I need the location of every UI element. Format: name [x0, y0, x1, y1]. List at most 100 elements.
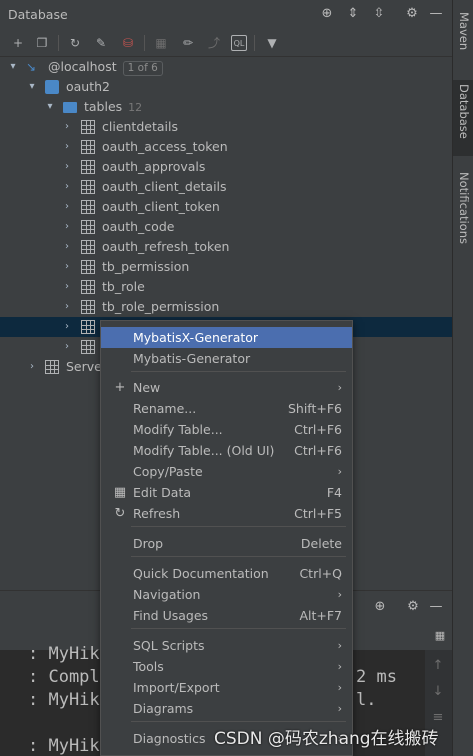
chevron-right-icon[interactable]: ›	[61, 257, 73, 277]
table-label: oauth_refresh_token	[102, 239, 230, 254]
datasource-icon[interactable]: ⛁	[120, 35, 136, 51]
plus-icon: +	[114, 380, 126, 395]
chevron-right-icon[interactable]: ›	[61, 217, 73, 237]
right-tool-stripe: Maven Database Notifications	[452, 0, 473, 756]
menu-separator	[131, 526, 346, 527]
table-grid-icon[interactable]: ▦	[153, 35, 169, 51]
tab-database[interactable]: Database	[453, 80, 473, 156]
expand-all-icon[interactable]: ⇕	[345, 6, 361, 22]
chevron-right-icon[interactable]: ›	[61, 117, 73, 137]
chevron-right-icon[interactable]: ›	[26, 357, 38, 377]
tree-node-table[interactable]: › oauth_refresh_token	[0, 237, 452, 257]
menu-item-modify-table[interactable]: Modify Table... Ctrl+F6	[101, 419, 352, 440]
panel-title: Database	[8, 7, 68, 22]
menu-item-find-usages[interactable]: Find Usages Alt+F7	[101, 605, 352, 626]
submenu-arrow-icon: ›	[337, 702, 342, 715]
menu-item-shortcut: Ctrl+Q	[299, 566, 342, 581]
up-arrow-icon[interactable]: ↑	[430, 658, 446, 674]
chevron-right-icon[interactable]: ›	[61, 337, 73, 357]
chevron-right-icon[interactable]: ›	[61, 297, 73, 317]
jump-icon[interactable]: ⤴	[206, 35, 222, 51]
chevron-right-icon[interactable]: ›	[61, 137, 73, 157]
menu-item-modify-table-old-ui[interactable]: Modify Table... (Old UI) Ctrl+F6	[101, 440, 352, 461]
tab-maven[interactable]: Maven	[453, 8, 473, 68]
table-icon	[81, 280, 95, 294]
chevron-right-icon[interactable]: ›	[61, 277, 73, 297]
menu-item-edit-data[interactable]: ▦ Edit Data F4	[101, 482, 352, 503]
database-toolbar: + ❐ ↻ ✎ ⛁ ▦ ✏ ⤴ QL ▼	[0, 31, 452, 55]
menu-item-mybatis-generator[interactable]: Mybatis-Generator	[101, 348, 352, 369]
chevron-right-icon[interactable]: ›	[61, 197, 73, 217]
tree-node-tables-folder[interactable]: ▾ tables 12	[0, 97, 452, 117]
menu-item-refresh[interactable]: ↻ Refresh Ctrl+F5	[101, 503, 352, 524]
submenu-arrow-icon: ›	[337, 639, 342, 652]
edit-icon[interactable]: ✏	[180, 35, 196, 51]
menu-item-copy-paste[interactable]: Copy/Paste ›	[101, 461, 352, 482]
menu-item-sql-scripts[interactable]: SQL Scripts ›	[101, 635, 352, 656]
menu-item-navigation[interactable]: Navigation ›	[101, 584, 352, 605]
crosshair-icon[interactable]: ⊕	[319, 6, 335, 22]
console-line-fragment: 2 ms	[356, 667, 397, 687]
chevron-down-icon[interactable]: ▾	[7, 57, 19, 77]
table-icon	[81, 120, 95, 134]
crosshair-icon[interactable]: ⊕	[372, 599, 388, 615]
properties-icon[interactable]: ✎	[93, 35, 109, 51]
chevron-down-icon[interactable]: ▾	[44, 97, 56, 117]
menu-separator	[131, 721, 346, 722]
table-icon	[81, 340, 95, 354]
menu-item-mybatisx-generator[interactable]: MybatisX-Generator	[101, 327, 352, 348]
console-line-fragment: l.	[356, 690, 377, 710]
menu-item-import-export[interactable]: Import/Export ›	[101, 677, 352, 698]
tree-node-table[interactable]: › oauth_client_token	[0, 197, 452, 217]
menu-separator	[131, 556, 346, 557]
filter-icon[interactable]: ▼	[264, 35, 280, 51]
minimize-icon[interactable]: —	[428, 599, 444, 615]
tree-node-table[interactable]: › tb_role_permission	[0, 297, 452, 317]
menu-item-new[interactable]: + New ›	[101, 377, 352, 398]
chevron-right-icon[interactable]: ›	[61, 317, 73, 337]
table-icon	[81, 140, 95, 154]
tree-node-table[interactable]: › oauth_approvals	[0, 157, 452, 177]
menu-item-shortcut: Ctrl+F5	[294, 506, 342, 521]
tables-folder-label: tables	[84, 99, 123, 114]
gear-icon[interactable]: ⚙	[404, 6, 420, 22]
tree-node-datasource[interactable]: ▾ ↘ @localhost 1 of 6	[0, 57, 452, 77]
layout-icon[interactable]: ▦	[432, 628, 448, 644]
table-icon	[81, 220, 95, 234]
menu-item-drop[interactable]: Drop Delete	[101, 533, 352, 554]
refresh-icon: ↻	[114, 506, 126, 521]
menu-item-shortcut: Alt+F7	[299, 608, 342, 623]
tree-node-table[interactable]: › clientdetails	[0, 117, 452, 137]
menu-item-tools[interactable]: Tools ›	[101, 656, 352, 677]
menu-item-shortcut: Ctrl+F6	[294, 422, 342, 437]
menu-item-diagrams[interactable]: Diagrams ›	[101, 698, 352, 719]
menu-item-rename[interactable]: Rename... Shift+F6	[101, 398, 352, 419]
tab-notifications[interactable]: Notifications	[453, 168, 473, 260]
minimize-icon[interactable]: —	[428, 6, 444, 22]
sql-console-icon[interactable]: QL	[231, 35, 247, 51]
add-icon[interactable]: +	[10, 35, 26, 51]
tree-node-table[interactable]: › tb_role	[0, 277, 452, 297]
down-arrow-icon[interactable]: ↓	[430, 684, 446, 700]
table-icon	[81, 260, 95, 274]
tree-node-table[interactable]: › oauth_code	[0, 217, 452, 237]
chevron-down-icon[interactable]: ▾	[26, 77, 38, 97]
gear-icon[interactable]: ⚙	[405, 599, 421, 615]
menu-item-label: Drop	[133, 536, 164, 551]
tree-node-table[interactable]: › tb_permission	[0, 257, 452, 277]
chevron-right-icon[interactable]: ›	[61, 157, 73, 177]
tree-node-table[interactable]: › oauth_client_details	[0, 177, 452, 197]
table-icon	[81, 240, 95, 254]
chevron-right-icon[interactable]: ›	[61, 177, 73, 197]
duplicate-icon[interactable]: ❐	[34, 35, 50, 51]
menu-separator	[131, 371, 346, 372]
tree-node-schema[interactable]: ▾ oauth2	[0, 77, 452, 97]
menu-item-quick-documentation[interactable]: Quick Documentation Ctrl+Q	[101, 563, 352, 584]
refresh-icon[interactable]: ↻	[67, 35, 83, 51]
table-icon	[81, 160, 95, 174]
chevron-right-icon[interactable]: ›	[61, 237, 73, 257]
collapse-all-icon[interactable]: ⇳	[371, 6, 387, 22]
menu-item-shortcut: Ctrl+F6	[294, 443, 342, 458]
menu-item-label: Import/Export	[133, 680, 220, 695]
tree-node-table[interactable]: › oauth_access_token	[0, 137, 452, 157]
